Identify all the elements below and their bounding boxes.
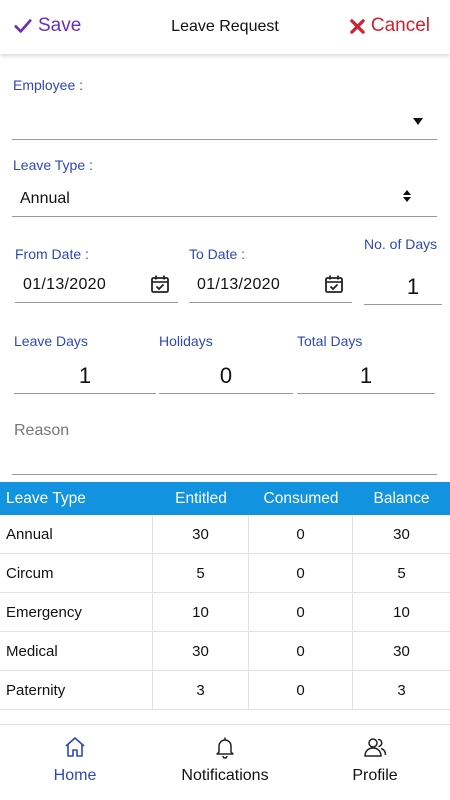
nav-notifications-label: Notifications [181,767,269,784]
cancel-label: Cancel [370,15,430,36]
table-cell: 5 [153,553,249,593]
table-cell: Circum [0,553,153,593]
no-of-days-underline [364,304,442,305]
reason-input[interactable]: Reason [12,418,437,474]
nav-home[interactable]: Home [0,725,150,800]
no-of-days-label: No. of Days [364,236,438,252]
leave-type-value: Annual [20,190,70,207]
table-cell: 10 [393,603,410,621]
table-cell: 10 [153,592,249,632]
employee-label: Employee : [13,77,84,93]
from-date-value: 01/13/2020 [23,276,107,293]
table-header-cell: Consumed [263,489,339,507]
leave-days-underline [14,393,156,394]
table-cell: Paternity [0,670,153,710]
leave-days-value: 1 [78,363,92,388]
bottom-nav: Home Notifications Profile [0,724,450,800]
leave-type-label: Leave Type : [13,157,93,173]
table-row: Paternity 3 0 3 [0,670,450,710]
no-of-days-value: 1 [406,274,420,299]
table-header-row: Leave Type Entitled Consumed Balance [0,482,450,515]
table-cell: 5 [397,564,406,582]
table-cell: Annual [0,514,153,554]
leave-days-field[interactable]: 1 [14,359,156,393]
leave-type-underline [12,216,437,217]
sort-arrows-icon [403,190,411,202]
table-cell: Medical [0,631,153,671]
table-row: Medical 30 0 30 [0,631,450,671]
table-cell: 3 [153,670,249,710]
leave-type-select[interactable]: Annual [12,184,437,216]
table-cell: 0 [249,553,353,593]
employee-underline [12,139,437,140]
nav-profile[interactable]: Profile [300,725,450,800]
calendar-check-icon [151,275,169,293]
table-cell: 0 [249,592,353,632]
table-row: Emergency 10 0 10 [0,592,450,632]
calendar-check-icon [325,275,343,293]
table-row: Annual 30 0 30 [0,514,450,554]
caret-down-icon [413,118,423,125]
table-row: Circum 5 0 5 [0,553,450,593]
employee-select[interactable] [12,106,437,138]
table-cell: 0 [249,631,353,671]
table-header-cell: Balance [373,489,430,507]
total-days-value: 1 [359,363,373,388]
table-cell: 30 [153,631,249,671]
to-date-underline [189,302,352,303]
nav-notifications[interactable]: Notifications [150,725,300,800]
total-days-field[interactable]: 1 [297,359,435,393]
cancel-button[interactable]: Cancel [350,15,430,37]
from-date-underline [15,302,178,303]
to-date-field[interactable]: 01/13/2020 [189,270,352,302]
no-of-days-field[interactable]: 1 [364,270,442,304]
holidays-value: 0 [219,363,233,388]
reason-placeholder: Reason [14,422,70,439]
nav-profile-label: Profile [352,767,398,784]
to-date-label: To Date : [189,246,246,262]
top-bar: Save Leave Request Cancel [0,0,450,54]
table-cell: Emergency [0,592,153,632]
table-cell: 0 [249,670,353,710]
table-header-cell: Entitled [175,489,227,507]
total-days-underline [297,393,435,394]
holidays-field[interactable]: 0 [159,359,293,393]
table-header-cell: Leave Type [6,489,86,507]
table-cell: 3 [397,681,406,699]
nav-home-label: Home [53,767,97,784]
leave-days-label: Leave Days [14,333,88,349]
table-cell: 30 [393,525,410,543]
reason-underline [12,474,437,475]
from-date-field[interactable]: 01/13/2020 [15,270,178,302]
holidays-underline [159,393,293,394]
total-days-label: Total Days [297,333,363,349]
home-icon [65,737,85,757]
holidays-label: Holidays [159,333,213,349]
leave-balance-table: Leave Type Entitled Consumed Balance Ann… [0,482,450,710]
to-date-value: 01/13/2020 [197,276,281,293]
close-icon [350,18,365,34]
table-cell: 0 [249,514,353,554]
table-cell: 30 [393,642,410,660]
from-date-label: From Date : [15,246,89,262]
users-icon [364,738,387,757]
bell-icon [216,737,234,759]
table-cell: 30 [153,514,249,554]
